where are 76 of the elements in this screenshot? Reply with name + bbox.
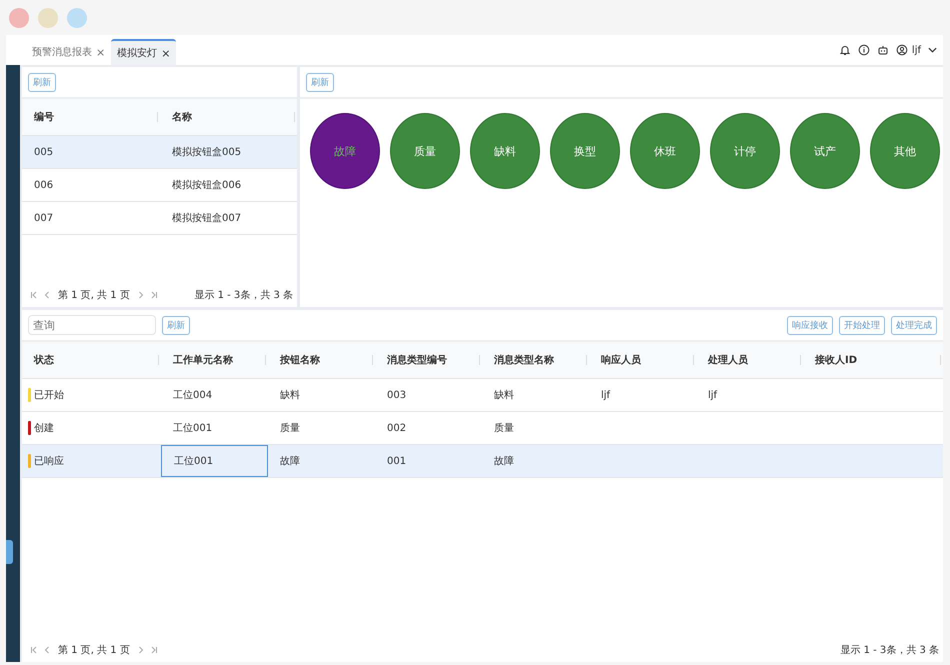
table-cell-text: 故障: [279, 454, 301, 469]
last-page-icon[interactable]: [150, 646, 158, 654]
status-text: 已响应: [34, 454, 64, 468]
first-page-icon[interactable]: [30, 646, 38, 654]
alarm-button[interactable]: 质量: [390, 113, 460, 189]
user-name[interactable]: ljf: [912, 44, 921, 56]
column-header: 接收人ID: [803, 342, 943, 378]
table-row[interactable]: 已响应 工位001 故障 001 故障: [22, 445, 943, 478]
alarm-button[interactable]: 换型: [550, 113, 620, 189]
table-cell-text: 模拟按钮盒006: [171, 178, 242, 193]
column-header: 名称: [160, 99, 297, 135]
alarm-button[interactable]: 计停: [710, 113, 780, 189]
table-cell-text: 故障: [493, 454, 515, 469]
table-cell-text: 003: [386, 388, 408, 402]
previous-page-icon[interactable]: [43, 646, 51, 654]
first-page-icon[interactable]: [30, 291, 38, 299]
close-window-button[interactable]: [9, 8, 29, 28]
table-row[interactable]: 已开始 工位004 缺料 003 缺料 ljf ljf: [22, 379, 943, 412]
table-cell-text: ljf: [707, 388, 718, 402]
info-icon[interactable]: [858, 44, 870, 56]
alarm-button[interactable]: 故障: [310, 113, 380, 189]
alarm-button[interactable]: 其他: [870, 113, 940, 189]
last-page-icon[interactable]: [150, 291, 158, 299]
column-header: 处理人员: [696, 342, 803, 378]
bell-icon[interactable]: [838, 44, 851, 56]
next-page-icon[interactable]: [136, 646, 145, 654]
previous-page-icon[interactable]: [43, 291, 51, 299]
action-button[interactable]: 响应接收: [787, 316, 833, 334]
table-cell-text: 007: [33, 212, 54, 226]
column-header: 编号: [22, 99, 160, 135]
column-header: 状态: [22, 342, 161, 378]
refresh-button[interactable]: 刷新: [162, 316, 190, 334]
page-indicator: 第 1 页, 共 1 页: [58, 288, 130, 302]
table-cell-text: 005: [33, 146, 54, 160]
table-cell-text: 缺料: [493, 388, 515, 403]
table-cell-text: 工位001: [172, 422, 214, 436]
table-cell-text: 模拟按钮盒005: [171, 146, 242, 160]
next-page-icon[interactable]: [136, 291, 145, 299]
tab[interactable]: 预警消息报表 ×: [26, 39, 112, 65]
status-text: 创建: [34, 422, 54, 435]
user-icon[interactable]: [896, 44, 908, 56]
chevron-down-icon[interactable]: [928, 47, 937, 53]
record-summary: 显示 1 - 3条，共 3 条: [194, 288, 293, 302]
refresh-button[interactable]: 刷新: [28, 72, 56, 92]
table-cell-text: 模拟按钮盒007: [171, 212, 242, 226]
sidebar-handle[interactable]: [6, 540, 13, 564]
table-cell-text: 质量: [279, 422, 301, 436]
column-header: 消息类型名称: [482, 342, 589, 378]
table-cell: 工位001: [161, 445, 268, 477]
alarm-button[interactable]: 试产: [790, 113, 860, 189]
search-field[interactable]: 查询: [28, 315, 156, 335]
minimize-window-button[interactable]: [38, 8, 58, 28]
status-text: 已开始: [34, 389, 64, 402]
table-cell-text: 006: [33, 178, 54, 192]
table-cell-text: ljf: [600, 388, 612, 402]
page-indicator: 第 1 页, 共 1 页: [58, 644, 130, 657]
refresh-button[interactable]: 刷新: [306, 72, 334, 92]
action-button[interactable]: 开始处理: [839, 316, 885, 334]
table-row[interactable]: 007 模拟按钮盒007: [22, 202, 297, 235]
table-row[interactable]: 005 模拟按钮盒005: [22, 136, 297, 169]
action-button[interactable]: 处理完成: [891, 316, 937, 334]
alarm-button[interactable]: 休班: [630, 113, 700, 189]
table-cell-text: 工位004: [172, 389, 214, 403]
table-cell-text: 001: [386, 454, 408, 468]
table-cell-text: 缺料: [279, 388, 301, 403]
alarm-button[interactable]: 缺料: [470, 113, 540, 189]
table-row[interactable]: 006 模拟按钮盒006: [22, 169, 297, 202]
column-header: 响应人员: [589, 342, 696, 378]
column-header: 消息类型编号: [375, 342, 482, 378]
column-header: 工作单元名称: [161, 342, 268, 378]
maximize-window-button[interactable]: [67, 8, 87, 28]
tab[interactable]: 模拟安灯 ×: [111, 39, 176, 65]
record-summary: 显示 1 - 3条，共 3 条: [840, 644, 939, 657]
table-cell-text: 002: [386, 422, 408, 436]
column-header: 按钮名称: [268, 342, 375, 378]
table-cell-text: 质量: [493, 422, 515, 436]
